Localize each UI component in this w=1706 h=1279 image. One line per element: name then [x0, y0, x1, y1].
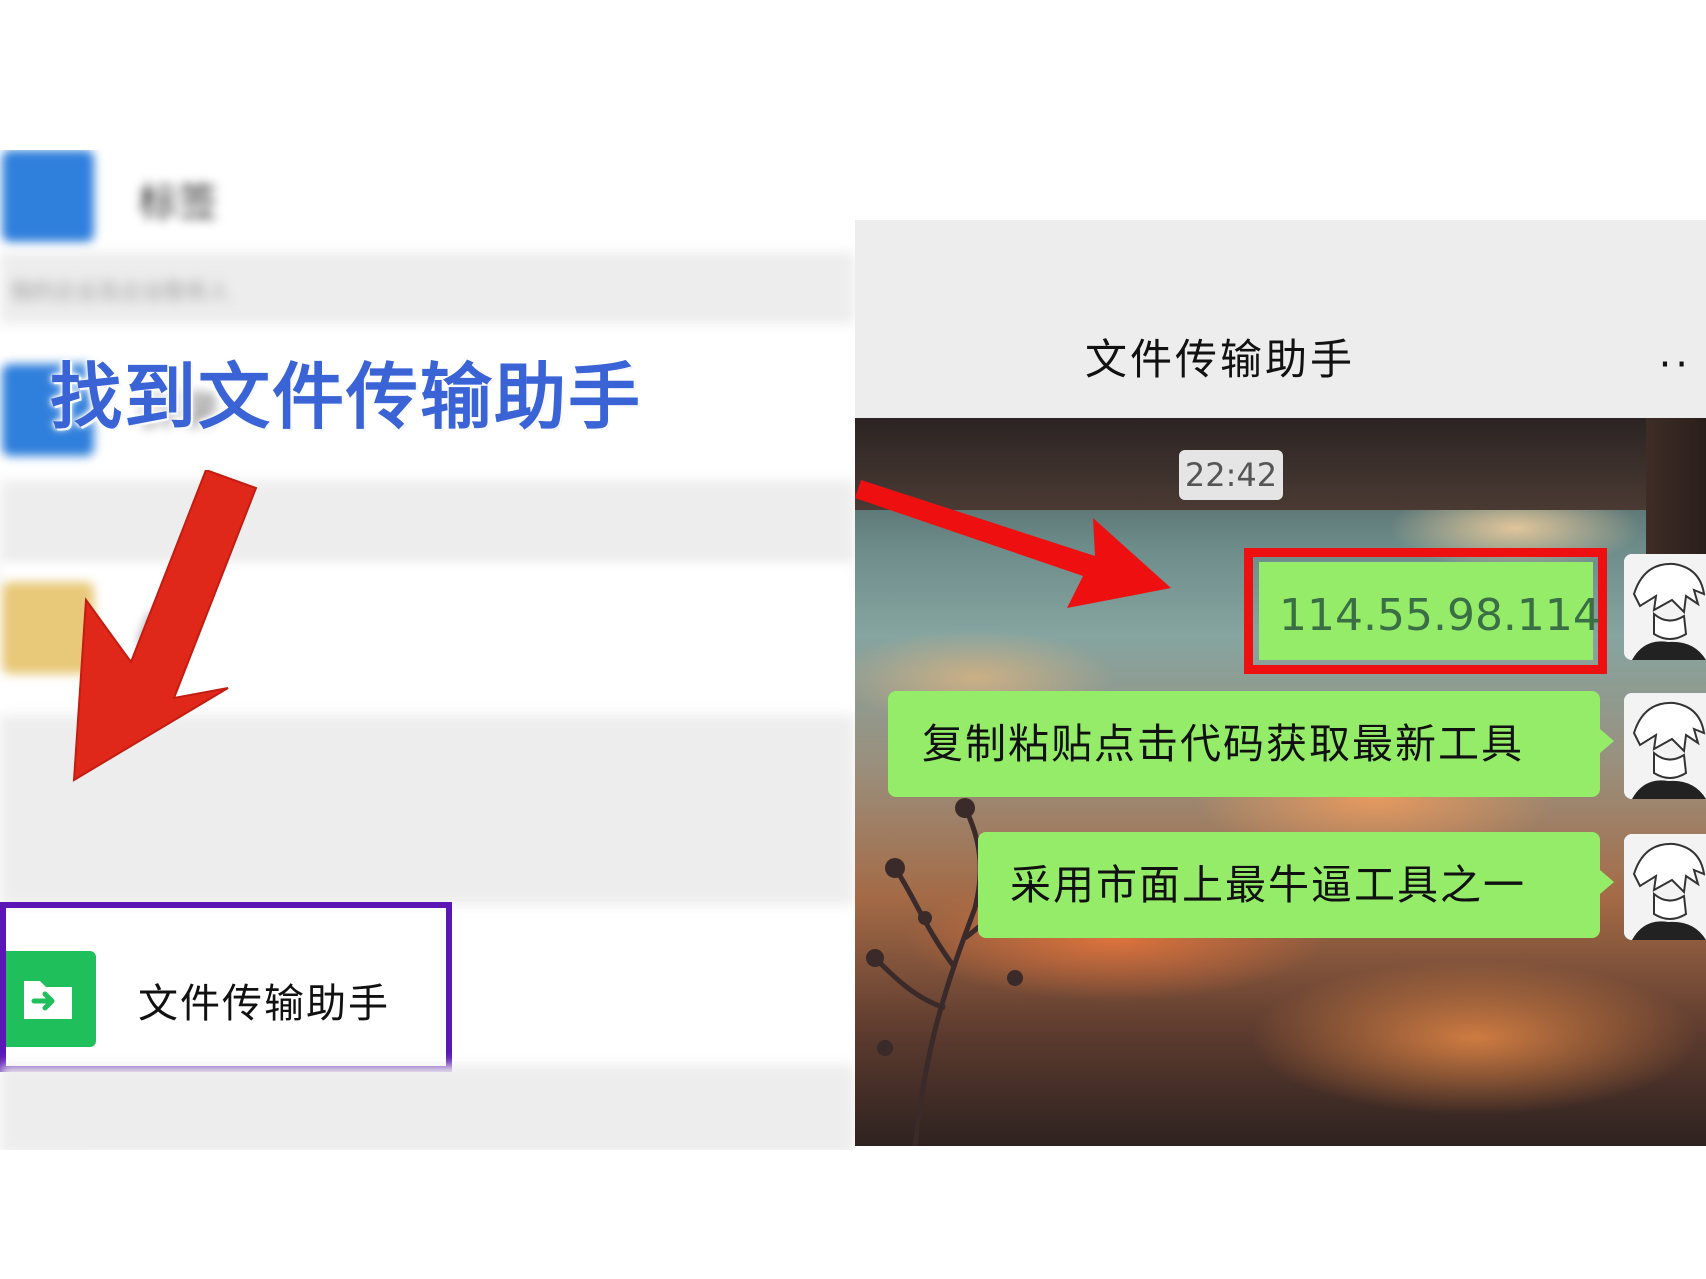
- section-label: 我的企业及企业联系人: [10, 280, 231, 305]
- user-avatar[interactable]: [1624, 693, 1706, 799]
- more-icon[interactable]: ··: [1659, 342, 1692, 388]
- section-header: 我的企业及企业联系人: [0, 252, 855, 324]
- contact-label: 标签: [138, 180, 218, 226]
- background-plant: [866, 798, 1054, 1146]
- instruction-caption: 找到文件传输助手: [50, 355, 643, 439]
- tag-icon: [2, 150, 94, 242]
- user-avatar[interactable]: [1624, 834, 1706, 940]
- arrow-down-left-icon: [72, 470, 258, 782]
- message-bubble-tool[interactable]: 采用市面上最牛逼工具之一: [978, 832, 1614, 938]
- contact-row-tags[interactable]: 标签: [0, 150, 855, 242]
- message-text-ip[interactable]: 114.55.98.114: [1279, 590, 1601, 641]
- highlight-frame: [0, 902, 452, 1072]
- arrow-right-icon: [855, 480, 1171, 608]
- chat-title: 文件传输助手: [1085, 335, 1356, 384]
- chat-body: 22:42 114.55.98.114 复制粘贴点击代码获取最新工具 采用市面上…: [855, 418, 1706, 1146]
- section-header-h: [0, 1065, 855, 1150]
- chat-header: 文件传输助手 ··: [855, 220, 1706, 418]
- user-avatar[interactable]: [1624, 554, 1706, 660]
- message-bubble-instructions[interactable]: 复制粘贴点击代码获取最新工具: [888, 691, 1614, 797]
